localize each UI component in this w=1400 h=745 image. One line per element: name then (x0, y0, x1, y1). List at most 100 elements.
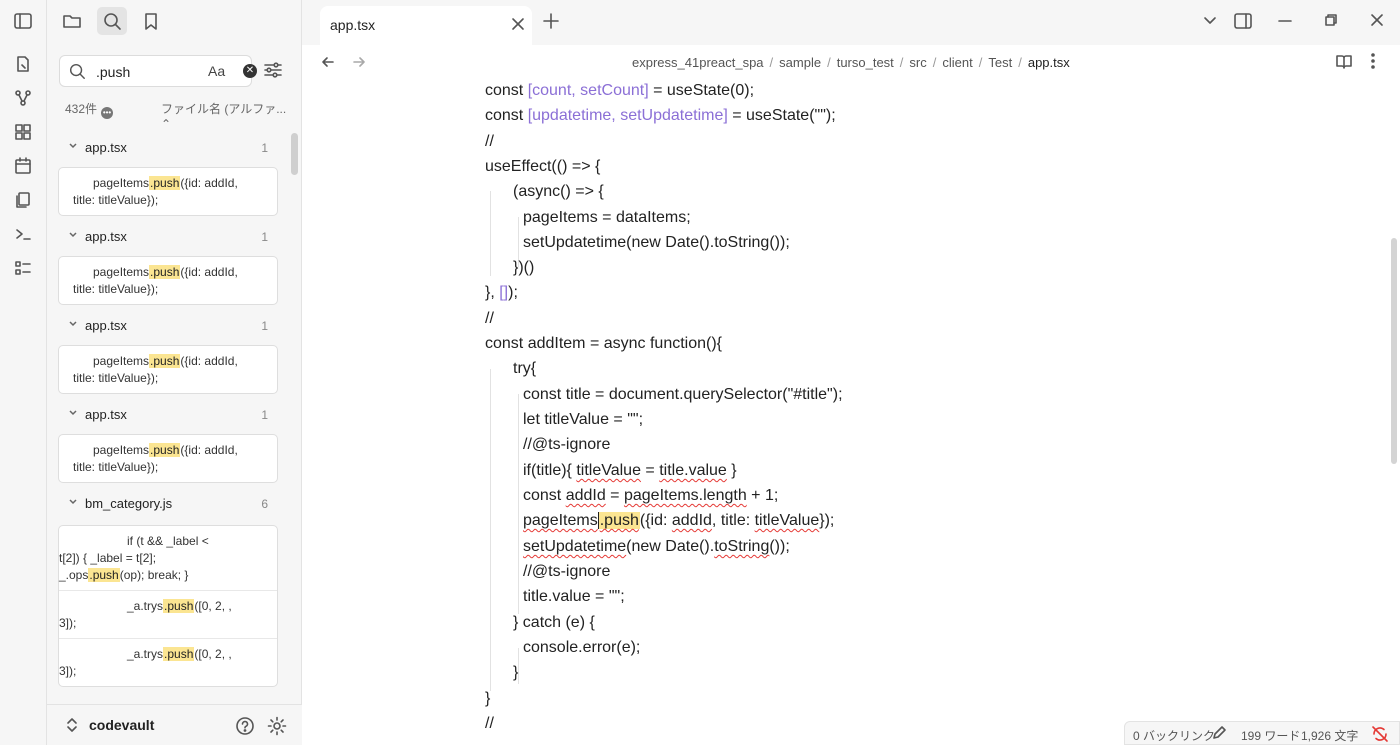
edit-pencil-icon[interactable] (1211, 725, 1227, 744)
search-results: app.tsx 1 pageItems.push({id: addId, titl… (47, 132, 292, 698)
results-scrollbar[interactable] (291, 133, 298, 175)
sidebar-toggle-icon[interactable] (12, 10, 34, 32)
forward-arrow-icon[interactable] (351, 54, 367, 75)
code-editor[interactable]: const [count, setCount] = useState(0); c… (302, 81, 1390, 745)
code-line: title.value = ""; (523, 588, 625, 605)
match-item[interactable]: _a.trys.push([0, 2, , 3]); (59, 591, 277, 639)
result-file-header[interactable]: app.tsx 1 (47, 310, 292, 340)
match-item[interactable]: pageItems.push({id: addId, title: titleVa… (59, 257, 277, 304)
result-file-header[interactable]: app.tsx 1 (47, 132, 292, 162)
result-file-header[interactable]: bm_category.js 6 (47, 488, 292, 518)
help-icon[interactable] (235, 716, 255, 741)
calendar-icon[interactable] (12, 155, 34, 177)
minimize-icon[interactable] (1277, 12, 1293, 33)
new-tab-icon[interactable] (542, 12, 560, 35)
close-window-icon[interactable] (1369, 12, 1385, 33)
match-case-toggle[interactable]: Aa (208, 63, 225, 79)
tasks-icon[interactable] (12, 257, 34, 279)
match-card: pageItems.push({id: addId, title: titleVa… (58, 167, 278, 216)
match-item[interactable]: if (t && _label < t[2]) { _label = t[2]; _… (59, 526, 277, 591)
chevron-down-icon (67, 407, 79, 422)
result-group: app.tsx 1 pageItems.push({id: addId, titl… (47, 310, 292, 399)
code-line: // (485, 310, 494, 327)
match-card: pageItems.push({id: addId, title: titleVa… (58, 256, 278, 305)
reading-view-icon[interactable] (1335, 53, 1353, 76)
sidebar-tabs (47, 0, 302, 42)
sort-dropdown[interactable]: ファイル名 (アルファ... ⌃ (161, 100, 290, 131)
indent-guide (490, 191, 491, 276)
backlinks-count[interactable]: 0 バックリンク (1133, 727, 1215, 744)
vault-switch-icon[interactable] (65, 717, 79, 738)
templates-icon[interactable] (12, 189, 34, 211)
code-line: const addItem = async function(){ (485, 335, 723, 352)
search-sidebar: Aa ✕ 432件••• ファイル名 (アルファ... ⌃ app.tsx 1 … (47, 0, 302, 745)
match-card: pageItems.push({id: addId, title: titleVa… (58, 434, 278, 483)
breadcrumb-item[interactable]: client (942, 55, 972, 70)
more-options-icon[interactable]: ••• (101, 107, 114, 119)
terminal-icon[interactable] (12, 223, 34, 245)
breadcrumb-item[interactable]: Test (988, 55, 1012, 70)
code-line: useEffect(() => { (485, 158, 601, 175)
more-options-vertical-icon[interactable] (1368, 52, 1378, 75)
breadcrumb-item[interactable]: express_41preact_spa (632, 55, 764, 70)
magnifier-icon (68, 62, 86, 85)
code-line: } (513, 664, 519, 681)
code-line: setUpdatetime(new Date().toString()); (523, 234, 790, 251)
code-line-current: pageItems .push({id: addId, title: titleV… (523, 512, 835, 529)
code-line: const title = document.querySelector("#t… (523, 386, 843, 403)
breadcrumb: express_41preact_spa / sample / turso_test / s… (632, 55, 1070, 70)
code-line: if(title){ titleValue = title.value } (523, 462, 737, 479)
code-line: setUpdatetime(new Date().toString()); (523, 538, 790, 555)
clear-search-icon[interactable]: ✕ (243, 64, 257, 78)
tab-app-tsx[interactable]: app.tsx (320, 6, 532, 45)
breadcrumb-current[interactable]: app.tsx (1028, 55, 1070, 70)
files-icon[interactable] (57, 7, 87, 35)
code-line: } (485, 690, 491, 707)
match-item[interactable]: pageItems.push({id: addId, title: titleVa… (59, 168, 277, 215)
code-line: })() (513, 259, 535, 276)
vault-name[interactable]: codevault (89, 717, 154, 733)
right-sidebar-toggle-icon[interactable] (1233, 11, 1253, 36)
code-line: //@ts-ignore (523, 436, 611, 453)
breadcrumb-item[interactable]: turso_test (837, 55, 894, 70)
breadcrumb-item[interactable]: sample (779, 55, 821, 70)
code-line: console.error(e); (523, 639, 641, 656)
indent-guide (490, 369, 491, 691)
code-line: const addId = pageItems.length + 1; (523, 487, 779, 504)
result-file-header[interactable]: app.tsx 1 (47, 399, 292, 429)
editor-scrollbar[interactable] (1391, 238, 1397, 464)
code-line: (async() => { (513, 183, 604, 200)
settings-gear-icon[interactable] (267, 716, 287, 741)
search-icon[interactable] (97, 7, 127, 35)
result-group: app.tsx 1 pageItems.push({id: addId, titl… (47, 132, 292, 221)
match-item[interactable]: pageItems.push({id: addId, title: titleVa… (59, 346, 277, 393)
result-count: 432件 (65, 102, 98, 116)
close-tab-icon[interactable] (510, 16, 526, 37)
code-line: // (485, 715, 494, 732)
result-group: app.tsx 1 pageItems.push({id: addId, titl… (47, 399, 292, 488)
graph-icon[interactable] (12, 87, 34, 109)
tab-bar: app.tsx (302, 0, 1400, 45)
sort-chevron-icon: ⌃ (161, 117, 172, 131)
sync-disabled-icon[interactable] (1371, 725, 1389, 745)
tab-list-chevron-icon[interactable] (1202, 12, 1218, 33)
breadcrumb-item[interactable]: src (909, 55, 926, 70)
match-item[interactable]: pageItems.push({id: addId, title: titleVa… (59, 435, 277, 482)
restore-icon[interactable] (1323, 12, 1339, 33)
match-item[interactable]: _a.trys.push([0, 2, , 3]); (59, 639, 277, 686)
bookmark-icon[interactable] (136, 7, 166, 35)
search-settings-icon[interactable] (263, 60, 283, 85)
back-arrow-icon[interactable] (320, 54, 336, 75)
chevron-down-icon (67, 229, 79, 244)
search-input[interactable] (96, 62, 191, 82)
code-line: const [updatetime, setUpdatetime] = useS… (485, 107, 836, 124)
code-line: let titleValue = ""; (523, 411, 644, 428)
code-line: //@ts-ignore (523, 563, 611, 580)
search-highlight: .push (597, 512, 640, 529)
new-note-icon[interactable] (12, 53, 34, 75)
search-meta: 432件 ••• ファイル名 (アルファ... ⌃ (65, 100, 290, 131)
canvas-icon[interactable] (12, 121, 34, 143)
char-count: 1,926 文字 (1301, 729, 1359, 743)
code-line: const [count, setCount] = useState(0); (485, 82, 755, 99)
result-file-header[interactable]: app.tsx 1 (47, 221, 292, 251)
